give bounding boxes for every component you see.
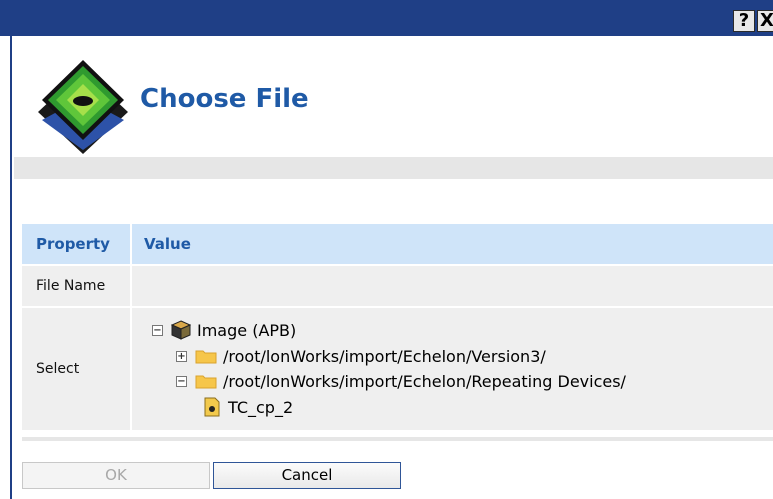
collapse-toggle-icon[interactable]: − — [152, 324, 163, 336]
table-header: Property Value — [22, 224, 773, 264]
tree-label: TC_cp_2 — [228, 397, 294, 417]
file-name-label: File Name — [36, 278, 106, 294]
cube-icon — [171, 320, 191, 340]
collapse-toggle-icon[interactable]: − — [176, 375, 187, 387]
device-file-icon — [204, 397, 220, 417]
header-value: Value — [144, 235, 191, 253]
header-property: Property — [36, 235, 110, 253]
tree-label: Image (APB) — [197, 320, 297, 340]
ok-button[interactable]: OK — [22, 462, 210, 489]
tree-node-folder[interactable]: + /root/lonWorks/import/Echelon/Version3… — [176, 344, 546, 368]
folder-icon — [195, 375, 217, 389]
toolbar-band — [14, 157, 773, 179]
app-logo-icon — [38, 60, 128, 154]
file-tree: − Image (APB) + /root/lonWorks/import/Ec… — [132, 308, 773, 430]
page-title: Choose File — [140, 84, 309, 114]
select-label: Select — [36, 361, 80, 377]
table-row: Select − Image (APB) + /root/lonWorks/im… — [22, 306, 773, 430]
window-frame — [0, 36, 12, 499]
expand-toggle-icon[interactable]: + — [176, 350, 187, 362]
title-bar — [0, 0, 773, 36]
tree-node-folder[interactable]: − /root/lonWorks/import/Echelon/Repeatin… — [176, 369, 626, 393]
tree-label: /root/lonWorks/import/Echelon/Version3/ — [223, 346, 546, 366]
close-button[interactable]: X — [757, 10, 773, 32]
tree-node-root[interactable]: − Image (APB) — [152, 318, 296, 342]
cancel-button[interactable]: Cancel — [213, 462, 401, 489]
property-table: Property Value File Name Select − Image … — [22, 224, 773, 438]
help-button[interactable]: ? — [733, 10, 755, 32]
table-row: File Name — [22, 264, 773, 306]
separator — [22, 437, 773, 441]
folder-icon — [195, 350, 217, 364]
tree-label: /root/lonWorks/import/Echelon/Repeating … — [223, 371, 626, 391]
tree-node-file[interactable]: TC_cp_2 — [204, 395, 293, 419]
